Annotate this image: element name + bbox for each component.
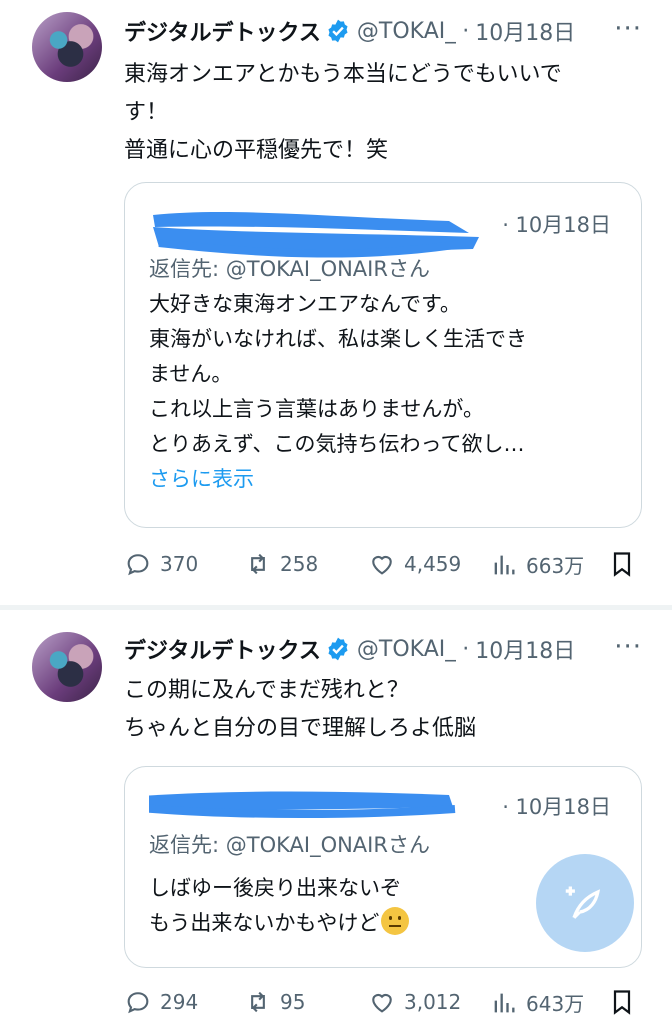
action-bar: 370 258 4,459 663万 — [124, 550, 644, 590]
views-count: 663万 — [526, 554, 585, 578]
tweet-timestamp[interactable]: 10月18日 — [475, 633, 575, 665]
like-count: 4,459 — [404, 552, 462, 576]
tweet-header: デジタルデトックス @TOKAI_ · 10月18日 — [124, 632, 575, 666]
separator-dot: · — [462, 18, 470, 44]
bookmark-icon — [613, 990, 631, 1015]
like-icon — [372, 555, 392, 575]
tweet-text-line: 東海オンエアとかもう本当にどうでもいいで — [124, 62, 562, 87]
bookmark-icon — [613, 552, 631, 577]
like-icon — [372, 993, 392, 1013]
quoted-text-line: これ以上言う言葉はありませんが。 — [149, 397, 484, 421]
retweet-button[interactable]: 258 — [244, 550, 318, 578]
tweet[interactable]: デジタルデトックス @TOKAI_ · 10月18日 ··· 東海オンエアとかも… — [0, 0, 672, 606]
views-button[interactable]: 643万 — [490, 988, 584, 1017]
quoted-tweet-body: 大好きな東海オンエアなんです。 東海がいなければ、私は楽しく生活でき ません。 … — [149, 287, 619, 497]
reply-to-label[interactable]: 返信先: @TOKAI_ONAIRさん — [149, 829, 430, 859]
more-icon[interactable]: ··· — [614, 632, 642, 662]
reply-to-label[interactable]: 返信先: @TOKAI_ONAIRさん — [149, 253, 430, 283]
compose-icon — [565, 886, 601, 919]
tweet-header: デジタルデトックス @TOKAI_ · 10月18日 — [124, 14, 575, 48]
quoted-tweet-header: · 10月18日 — [149, 785, 619, 825]
redaction-scribble — [149, 791, 456, 818]
more-icon[interactable]: ··· — [614, 14, 642, 44]
verified-badge-icon — [328, 637, 348, 661]
quoted-tweet-header: · 10月18日 — [149, 203, 619, 258]
quoted-text-line: 大好きな東海オンエアなんです。 — [149, 292, 461, 316]
quoted-tweet-timestamp: · 10月18日 — [502, 213, 611, 237]
tweet-text: この期に及んでまだ残れと？ ちゃんと自分の目で理解しろよ低脳 — [124, 672, 644, 748]
quoted-tweet[interactable]: · 10月18日 返信先: @TOKAI_ONAIRさん 大好きな東海オンエアな… — [124, 182, 642, 528]
tweet-timestamp[interactable]: 10月18日 — [475, 15, 575, 47]
quoted-text-line: とりあえず、この気持ち伝わって欲し… — [149, 432, 525, 456]
bookmark-button[interactable] — [608, 550, 644, 578]
reply-count: 294 — [160, 990, 199, 1014]
like-button[interactable]: 3,012 — [368, 988, 461, 1016]
tweet-text-line: す！ — [124, 100, 169, 125]
author-name[interactable]: デジタルデトックス — [124, 633, 321, 665]
retweet-count: 95 — [280, 990, 306, 1014]
retweet-count: 258 — [280, 552, 319, 576]
views-icon — [494, 555, 515, 574]
author-handle[interactable]: @TOKAI_ — [357, 19, 456, 44]
neutral-face-emoji-icon — [381, 907, 410, 935]
separator-dot: · — [462, 636, 470, 662]
views-icon — [494, 993, 515, 1012]
avatar[interactable] — [32, 12, 102, 82]
quoted-text-line: 東海がいなければ、私は楽しく生活でき — [149, 327, 527, 351]
tweet-text-line: この期に及んでまだ残れと？ — [124, 678, 409, 703]
action-bar: 294 95 3,012 643万 — [124, 988, 644, 1028]
author-handle[interactable]: @TOKAI_ — [357, 637, 456, 662]
show-more-link[interactable]: さらに表示 — [149, 462, 619, 497]
retweet-icon — [251, 991, 265, 1013]
retweet-icon — [251, 553, 265, 575]
tweet-text-line: 普通に心の平穏優先で！笑 — [124, 138, 389, 163]
quoted-text-line: ません。 — [149, 362, 233, 386]
reply-button[interactable]: 370 — [124, 550, 198, 578]
quoted-tweet-timestamp: · 10月18日 — [502, 795, 611, 819]
bookmark-button[interactable] — [608, 988, 644, 1016]
views-button[interactable]: 663万 — [490, 550, 584, 579]
verified-badge-icon — [328, 19, 348, 43]
tweet[interactable]: デジタルデトックス @TOKAI_ · 10月18日 ··· この期に及んでまだ… — [0, 610, 672, 1024]
retweet-button[interactable]: 95 — [244, 988, 305, 1016]
reply-icon — [127, 992, 149, 1014]
tweet-text-line: ちゃんと自分の目で理解しろよ低脳 — [124, 716, 477, 741]
avatar[interactable] — [32, 632, 102, 702]
reply-icon — [127, 554, 149, 576]
views-count: 643万 — [526, 992, 585, 1016]
like-button[interactable]: 4,459 — [368, 550, 461, 578]
author-name[interactable]: デジタルデトックス — [124, 15, 321, 47]
compose-button[interactable] — [536, 854, 634, 952]
like-count: 3,012 — [404, 990, 462, 1014]
tweet-text: 東海オンエアとかもう本当にどうでもいいで す！ 普通に心の平穏優先で！笑 — [124, 56, 644, 170]
reply-button[interactable]: 294 — [124, 988, 198, 1016]
reply-count: 370 — [160, 552, 199, 576]
